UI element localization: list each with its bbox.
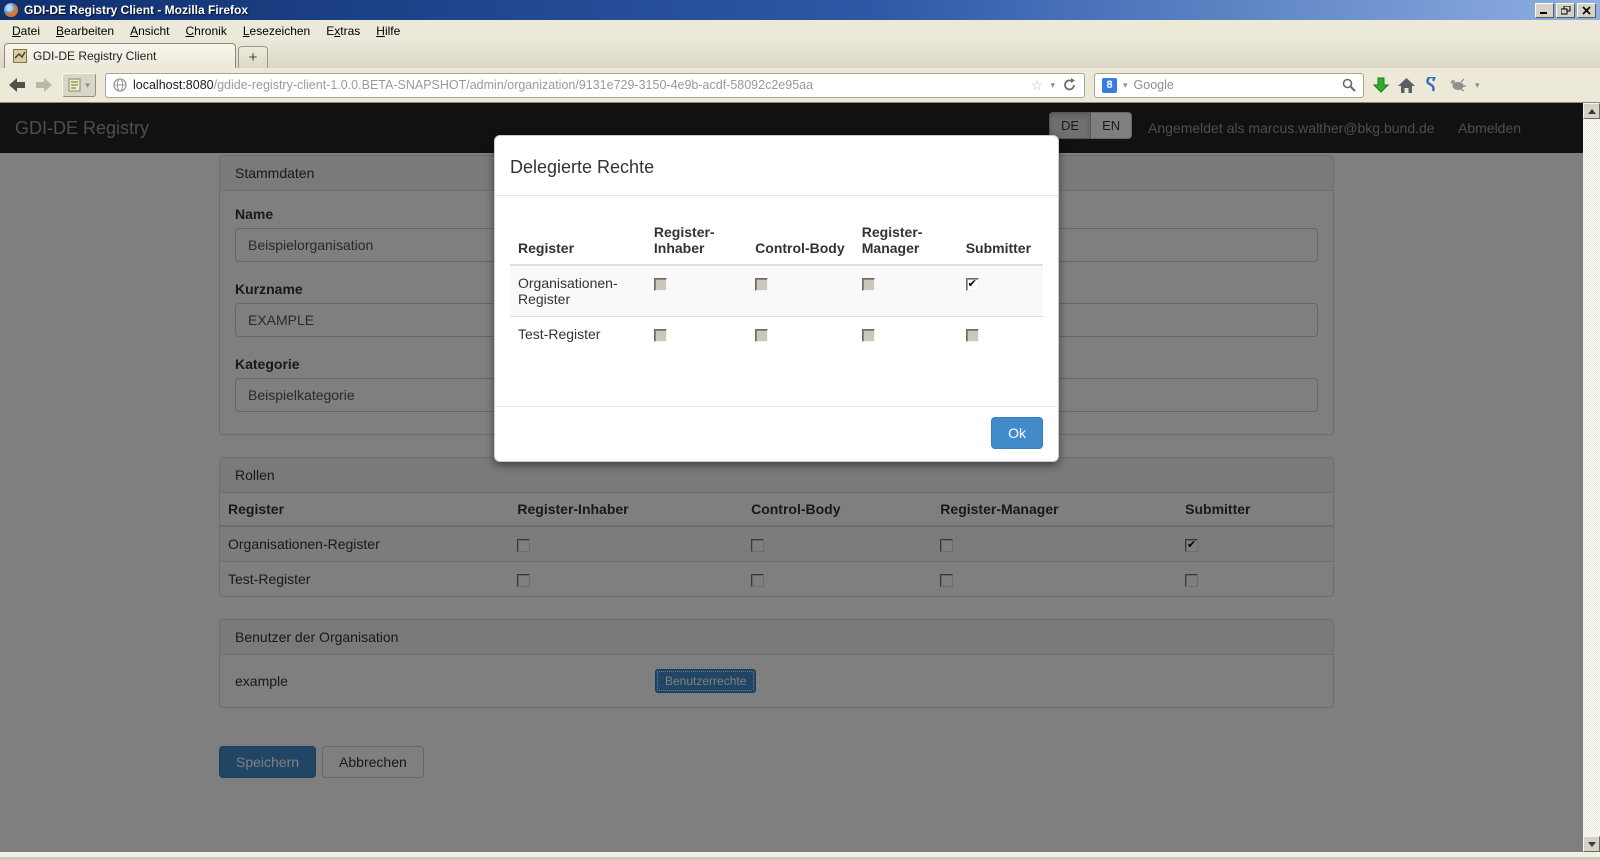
col-register-inhaber: Register-Inhaber [646,216,747,265]
close-button[interactable] [1577,3,1596,18]
checkbox-register-inhaber-unchecked[interactable] [654,278,667,291]
checkbox-control-body-unchecked[interactable] [755,329,768,342]
menu-ansicht[interactable]: Ansicht [122,21,177,41]
nav-toolbar: ▾ localhost:8080/gdide-registry-client-1… [0,68,1600,103]
delegierte-rechte-modal: Delegierte Rechte RegisterRegister-Inhab… [494,135,1059,462]
home-button[interactable] [1398,78,1415,93]
ok-button[interactable]: Ok [991,417,1043,449]
restore-button[interactable] [1556,3,1575,18]
scroll-up-button[interactable] [1583,103,1600,119]
register-name: Organisationen-Register [510,265,646,317]
checkbox-register-manager-unchecked[interactable] [862,329,875,342]
table-row: Test-Register [510,317,1043,352]
bug-icon [1449,78,1466,92]
search-placeholder: Google [1134,78,1174,92]
search-engine-icon: 8 [1102,78,1117,93]
forward-icon [35,77,53,93]
url-path: /gdide-registry-client-1.0.0.BETA-SNAPSH… [214,78,813,92]
menu-bar: DateiBearbeitenAnsichtChronikLesezeichen… [0,20,1600,41]
firefox-icon [4,3,18,17]
scroll-up-icon [1588,109,1596,114]
modal-title: Delegierte Rechte [510,157,1043,178]
download-arrow-icon [1373,77,1389,93]
window-titlebar: GDI-DE Registry Client - Mozilla Firefox [0,0,1600,20]
checkbox-control-body-unchecked[interactable] [755,278,768,291]
back-icon [8,77,26,93]
vertical-scrollbar[interactable] [1583,103,1600,852]
url-dropdown-icon[interactable]: ▾ [1050,81,1055,90]
modal-rights-table: RegisterRegister-InhaberControl-BodyRegi… [510,216,1043,351]
search-icon[interactable] [1342,78,1356,92]
seahorse-icon [1424,77,1440,93]
new-tab-button[interactable]: + [238,46,268,68]
checkbox-register-manager-unchecked[interactable] [862,278,875,291]
tab-strip: GDI-DE Registry Client + [0,41,1600,68]
tab-favicon [13,49,27,63]
download-helper-button[interactable] [1373,77,1389,93]
col-register-manager: Register-Manager [854,216,958,265]
addon-bug-button[interactable] [1449,78,1466,92]
tab-title: GDI-DE Registry Client [33,49,156,63]
scroll-down-icon [1588,842,1596,847]
search-engine-caret-icon[interactable]: ▾ [1123,81,1128,90]
menu-datei[interactable]: Datei [4,21,48,41]
col-register: Register [510,216,646,265]
col-submitter: Submitter [958,216,1043,265]
back-button[interactable] [8,77,26,93]
search-bar[interactable]: 8 ▾ Google [1094,73,1364,98]
restore-icon [1561,6,1571,15]
url-bar[interactable]: localhost:8080/gdide-registry-client-1.0… [105,73,1085,98]
register-name: Test-Register [510,317,646,352]
page-viewport: GDI-DE Registry DE EN Angemeldet als mar… [0,103,1583,852]
home-icon [1398,78,1415,93]
window-bottom-corner [1583,852,1600,860]
globe-icon [113,78,127,92]
checkbox-submitter-checked[interactable]: ✔ [966,278,979,291]
minimize-icon [1540,6,1549,15]
modal-table-header: RegisterRegister-InhaberControl-BodyRegi… [510,216,1043,265]
url-host: localhost:8080 [133,78,214,92]
minimize-button[interactable] [1535,3,1554,18]
col-control-body: Control-Body [747,216,854,265]
bookmark-star-icon[interactable]: ☆ [1031,78,1044,92]
url-text: localhost:8080/gdide-registry-client-1.0… [133,78,813,92]
table-row: Organisationen-Register ✔ [510,265,1043,317]
reload-icon[interactable] [1062,78,1077,92]
overflow-caret-icon: ▾ [1475,81,1480,90]
forward-button[interactable] [35,77,53,93]
menu-bearbeiten[interactable]: Bearbeiten [48,21,122,41]
checkbox-submitter-unchecked[interactable] [966,329,979,342]
menu-hilfe[interactable]: Hilfe [368,21,408,41]
window-title: GDI-DE Registry Client - Mozilla Firefox [24,3,248,17]
page-pencil-icon [68,78,83,93]
toolbar-overflow-button[interactable]: ▾ [1475,81,1480,90]
tab-active[interactable]: GDI-DE Registry Client [4,43,236,68]
close-icon [1582,6,1591,15]
extension-toolbar-button[interactable]: ▾ [62,73,96,97]
window-bottom-border [0,852,1583,860]
menu-extras[interactable]: Extras [318,21,368,41]
addon-seahorse-button[interactable] [1424,77,1440,93]
dropdown-caret-icon: ▾ [85,81,90,90]
menu-chronik[interactable]: Chronik [177,21,234,41]
scroll-down-button[interactable] [1583,836,1600,852]
menu-lesezeichen[interactable]: Lesezeichen [235,21,318,41]
checkbox-register-inhaber-unchecked[interactable] [654,329,667,342]
